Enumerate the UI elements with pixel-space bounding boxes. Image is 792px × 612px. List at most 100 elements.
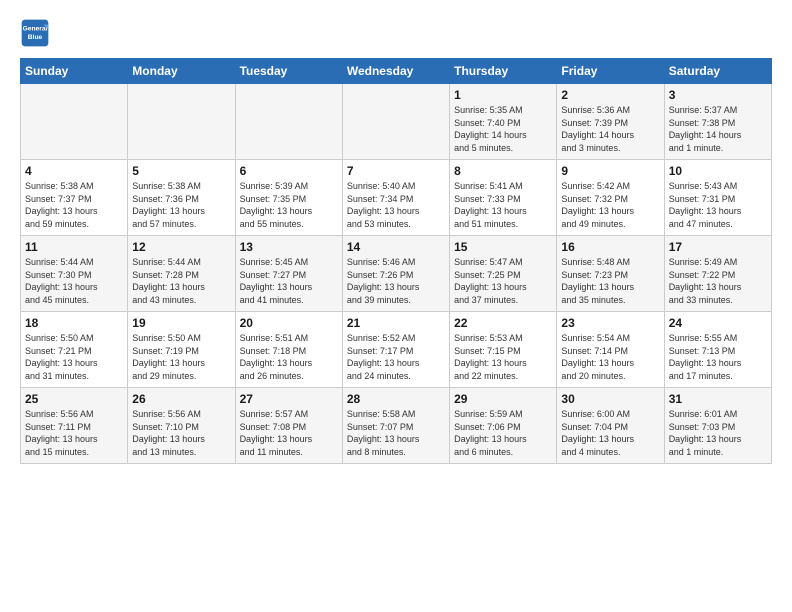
calendar-cell: 23 Sunrise: 5:54 AM Sunset: 7:14 PM Dayli… [557, 312, 664, 388]
day-number: 1 [454, 88, 552, 102]
day-info: Sunrise: 5:38 AM Sunset: 7:36 PM Dayligh… [132, 180, 230, 230]
day-number: 31 [669, 392, 767, 406]
calendar-cell [342, 84, 449, 160]
day-info: Sunrise: 5:59 AM Sunset: 7:06 PM Dayligh… [454, 408, 552, 458]
day-number: 19 [132, 316, 230, 330]
calendar-cell: 21Sunrise: 5:52 AM Sunset: 7:17 PM Dayli… [342, 312, 449, 388]
day-number: 2 [561, 88, 659, 102]
day-number: 22 [454, 316, 552, 330]
day-number: 21 [347, 316, 445, 330]
day-info: Sunrise: 5:41 AM Sunset: 7:33 PM Dayligh… [454, 180, 552, 230]
day-number: 12 [132, 240, 230, 254]
calendar-cell: 8Sunrise: 5:41 AM Sunset: 7:33 PM Daylig… [450, 160, 557, 236]
calendar-cell: 7 Sunrise: 5:40 AM Sunset: 7:34 PM Daylig… [342, 160, 449, 236]
day-info: Sunrise: 5:56 AM Sunset: 7:11 PM Dayligh… [25, 408, 123, 458]
calendar-table: SundayMondayTuesdayWednesdayThursdayFrid… [20, 58, 772, 464]
calendar-cell: 22 Sunrise: 5:53 AM Sunset: 7:15 PM Dayli… [450, 312, 557, 388]
calendar-cell [235, 84, 342, 160]
day-info: Sunrise: 5:42 AM Sunset: 7:32 PM Dayligh… [561, 180, 659, 230]
calendar-cell: 16 Sunrise: 5:48 AM Sunset: 7:23 PM Dayli… [557, 236, 664, 312]
calendar-cell: 26Sunrise: 5:56 AM Sunset: 7:10 PM Dayli… [128, 388, 235, 464]
calendar-cell: 6 Sunrise: 5:39 AM Sunset: 7:35 PM Daylig… [235, 160, 342, 236]
weekday-header-sunday: Sunday [21, 59, 128, 84]
calendar-cell: 9 Sunrise: 5:42 AM Sunset: 7:32 PM Daylig… [557, 160, 664, 236]
calendar-cell: 3 Sunrise: 5:37 AM Sunset: 7:38 PM Daylig… [664, 84, 771, 160]
day-number: 3 [669, 88, 767, 102]
weekday-header-thursday: Thursday [450, 59, 557, 84]
calendar-cell [21, 84, 128, 160]
calendar-cell: 20 Sunrise: 5:51 AM Sunset: 7:18 PM Dayli… [235, 312, 342, 388]
calendar-cell: 17 Sunrise: 5:49 AM Sunset: 7:22 PM Dayli… [664, 236, 771, 312]
day-info: Sunrise: 5:48 AM Sunset: 7:23 PM Dayligh… [561, 256, 659, 306]
svg-text:General: General [23, 26, 48, 33]
day-info: Sunrise: 5:44 AM Sunset: 7:28 PM Dayligh… [132, 256, 230, 306]
page-header: General Blue [20, 18, 772, 48]
day-number: 6 [240, 164, 338, 178]
day-number: 27 [240, 392, 338, 406]
day-info: Sunrise: 5:40 AM Sunset: 7:34 PM Dayligh… [347, 180, 445, 230]
weekday-header-saturday: Saturday [664, 59, 771, 84]
day-info: Sunrise: 5:53 AM Sunset: 7:15 PM Dayligh… [454, 332, 552, 382]
weekday-header-monday: Monday [128, 59, 235, 84]
day-info: Sunrise: 5:51 AM Sunset: 7:18 PM Dayligh… [240, 332, 338, 382]
calendar-cell: 19 Sunrise: 5:50 AM Sunset: 7:19 PM Dayli… [128, 312, 235, 388]
day-info: Sunrise: 5:37 AM Sunset: 7:38 PM Dayligh… [669, 104, 767, 154]
svg-text:Blue: Blue [28, 34, 43, 41]
day-info: Sunrise: 5:43 AM Sunset: 7:31 PM Dayligh… [669, 180, 767, 230]
day-number: 10 [669, 164, 767, 178]
day-info: Sunrise: 5:49 AM Sunset: 7:22 PM Dayligh… [669, 256, 767, 306]
day-info: Sunrise: 5:35 AM Sunset: 7:40 PM Dayligh… [454, 104, 552, 154]
calendar-cell: 10 Sunrise: 5:43 AM Sunset: 7:31 PM Dayli… [664, 160, 771, 236]
weekday-header-friday: Friday [557, 59, 664, 84]
day-info: Sunrise: 5:54 AM Sunset: 7:14 PM Dayligh… [561, 332, 659, 382]
day-number: 14 [347, 240, 445, 254]
day-number: 13 [240, 240, 338, 254]
day-info: Sunrise: 5:44 AM Sunset: 7:30 PM Dayligh… [25, 256, 123, 306]
calendar-cell: 27 Sunrise: 5:57 AM Sunset: 7:08 PM Dayli… [235, 388, 342, 464]
calendar-cell: 4Sunrise: 5:38 AM Sunset: 7:37 PM Daylig… [21, 160, 128, 236]
day-info: Sunrise: 5:45 AM Sunset: 7:27 PM Dayligh… [240, 256, 338, 306]
day-info: Sunrise: 5:58 AM Sunset: 7:07 PM Dayligh… [347, 408, 445, 458]
calendar-cell: 25 Sunrise: 5:56 AM Sunset: 7:11 PM Dayli… [21, 388, 128, 464]
calendar-cell: 15 Sunrise: 5:47 AM Sunset: 7:25 PM Dayli… [450, 236, 557, 312]
day-number: 30 [561, 392, 659, 406]
day-info: Sunrise: 5:39 AM Sunset: 7:35 PM Dayligh… [240, 180, 338, 230]
day-info: Sunrise: 5:36 AM Sunset: 7:39 PM Dayligh… [561, 104, 659, 154]
calendar-cell: 14 Sunrise: 5:46 AM Sunset: 7:26 PM Dayli… [342, 236, 449, 312]
day-number: 29 [454, 392, 552, 406]
day-number: 7 [347, 164, 445, 178]
day-info: Sunrise: 5:46 AM Sunset: 7:26 PM Dayligh… [347, 256, 445, 306]
calendar-cell: 13 Sunrise: 5:45 AM Sunset: 7:27 PM Dayli… [235, 236, 342, 312]
day-number: 25 [25, 392, 123, 406]
day-number: 5 [132, 164, 230, 178]
calendar-cell: 12 Sunrise: 5:44 AM Sunset: 7:28 PM Dayli… [128, 236, 235, 312]
day-number: 16 [561, 240, 659, 254]
day-number: 15 [454, 240, 552, 254]
weekday-header-wednesday: Wednesday [342, 59, 449, 84]
calendar-cell: 11 Sunrise: 5:44 AM Sunset: 7:30 PM Dayli… [21, 236, 128, 312]
calendar-cell [128, 84, 235, 160]
day-number: 9 [561, 164, 659, 178]
day-number: 17 [669, 240, 767, 254]
day-info: Sunrise: 5:50 AM Sunset: 7:19 PM Dayligh… [132, 332, 230, 382]
day-info: Sunrise: 5:57 AM Sunset: 7:08 PM Dayligh… [240, 408, 338, 458]
calendar-cell: 29 Sunrise: 5:59 AM Sunset: 7:06 PM Dayli… [450, 388, 557, 464]
calendar-cell: 24Sunrise: 5:55 AM Sunset: 7:13 PM Dayli… [664, 312, 771, 388]
day-info: Sunrise: 6:01 AM Sunset: 7:03 PM Dayligh… [669, 408, 767, 458]
day-info: Sunrise: 6:00 AM Sunset: 7:04 PM Dayligh… [561, 408, 659, 458]
day-info: Sunrise: 5:50 AM Sunset: 7:21 PM Dayligh… [25, 332, 123, 382]
day-number: 28 [347, 392, 445, 406]
day-info: Sunrise: 5:55 AM Sunset: 7:13 PM Dayligh… [669, 332, 767, 382]
day-number: 23 [561, 316, 659, 330]
day-number: 4 [25, 164, 123, 178]
calendar-cell: 30 Sunrise: 6:00 AM Sunset: 7:04 PM Dayli… [557, 388, 664, 464]
day-number: 20 [240, 316, 338, 330]
day-number: 11 [25, 240, 123, 254]
day-number: 18 [25, 316, 123, 330]
calendar-cell: 1 Sunrise: 5:35 AM Sunset: 7:40 PM Daylig… [450, 84, 557, 160]
day-info: Sunrise: 5:47 AM Sunset: 7:25 PM Dayligh… [454, 256, 552, 306]
calendar-cell: 2 Sunrise: 5:36 AM Sunset: 7:39 PM Daylig… [557, 84, 664, 160]
calendar-cell: 28 Sunrise: 5:58 AM Sunset: 7:07 PM Dayli… [342, 388, 449, 464]
calendar-cell: 31 Sunrise: 6:01 AM Sunset: 7:03 PM Dayli… [664, 388, 771, 464]
logo-icon: General Blue [20, 18, 50, 48]
